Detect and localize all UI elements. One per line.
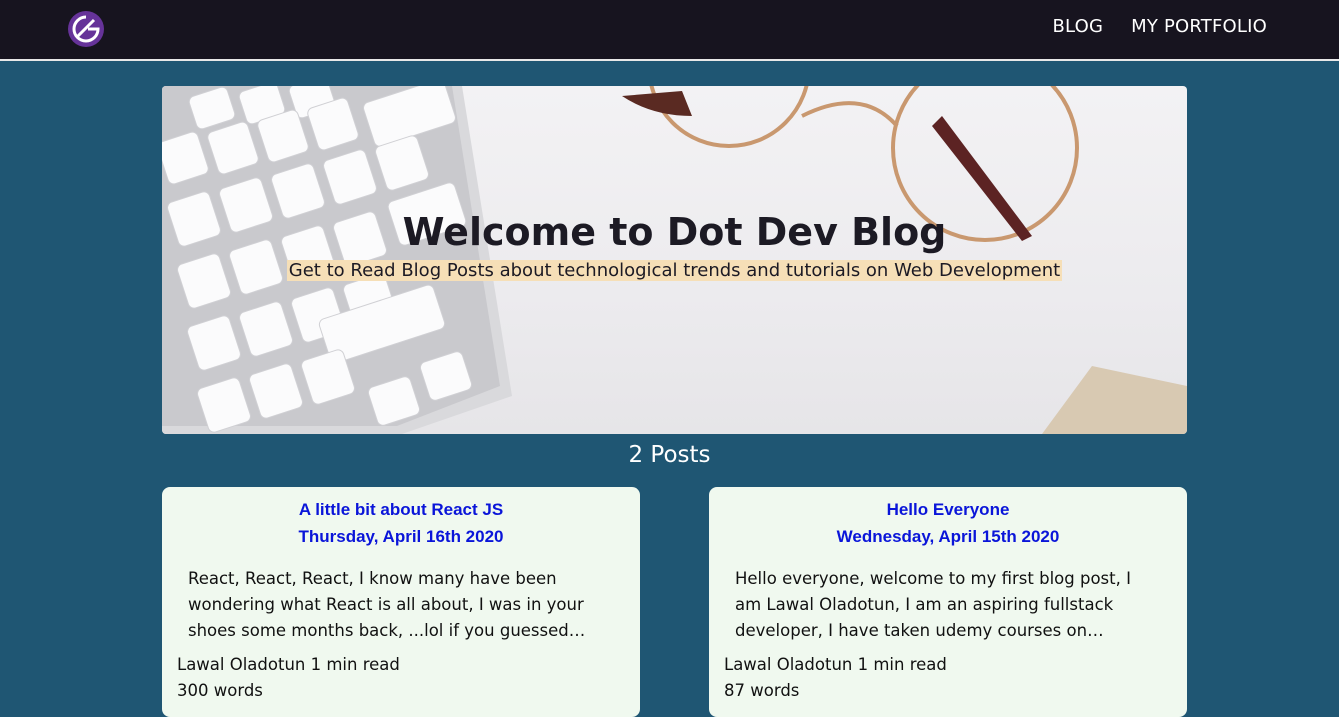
hero-title: Welcome to Dot Dev Blog — [402, 210, 947, 254]
post-word-count: 87 words — [724, 681, 800, 700]
post-card[interactable]: A little bit about React JS Thursday, Ap… — [162, 487, 640, 717]
main-nav: BLOG MY PORTFOLIO — [1052, 16, 1267, 37]
post-author-readtime: Lawal Oladotun 1 min read — [724, 655, 947, 674]
post-date: Thursday, April 16th 2020 — [298, 527, 504, 546]
post-count: 2 Posts — [628, 442, 711, 468]
hero-subtitle: Get to Read Blog Posts about technologic… — [286, 260, 1063, 281]
post-excerpt: React, React, React, I know many have be… — [188, 569, 586, 640]
post-word-count: 300 words — [177, 681, 263, 700]
post-excerpt: Hello everyone, welcome to my first blog… — [735, 569, 1131, 640]
post-author-readtime: Lawal Oladotun 1 min read — [177, 655, 400, 674]
hero-subtitle-wrapper: Get to Read Blog Posts about technologic… — [162, 260, 1187, 281]
gatsby-logo-icon[interactable] — [68, 11, 104, 47]
post-card[interactable]: Hello Everyone Wednesday, April 15th 202… — [709, 487, 1187, 717]
nav-link-portfolio[interactable]: MY PORTFOLIO — [1131, 16, 1267, 37]
post-title-link[interactable]: A little bit about React JS — [162, 496, 640, 523]
post-title-link[interactable]: Hello Everyone — [709, 496, 1187, 523]
nav-link-blog[interactable]: BLOG — [1052, 16, 1103, 37]
hero-banner: Welcome to Dot Dev Blog Get to Read Blog… — [162, 86, 1187, 434]
top-navbar: BLOG MY PORTFOLIO — [0, 0, 1339, 61]
post-date: Wednesday, April 15th 2020 — [836, 527, 1060, 546]
